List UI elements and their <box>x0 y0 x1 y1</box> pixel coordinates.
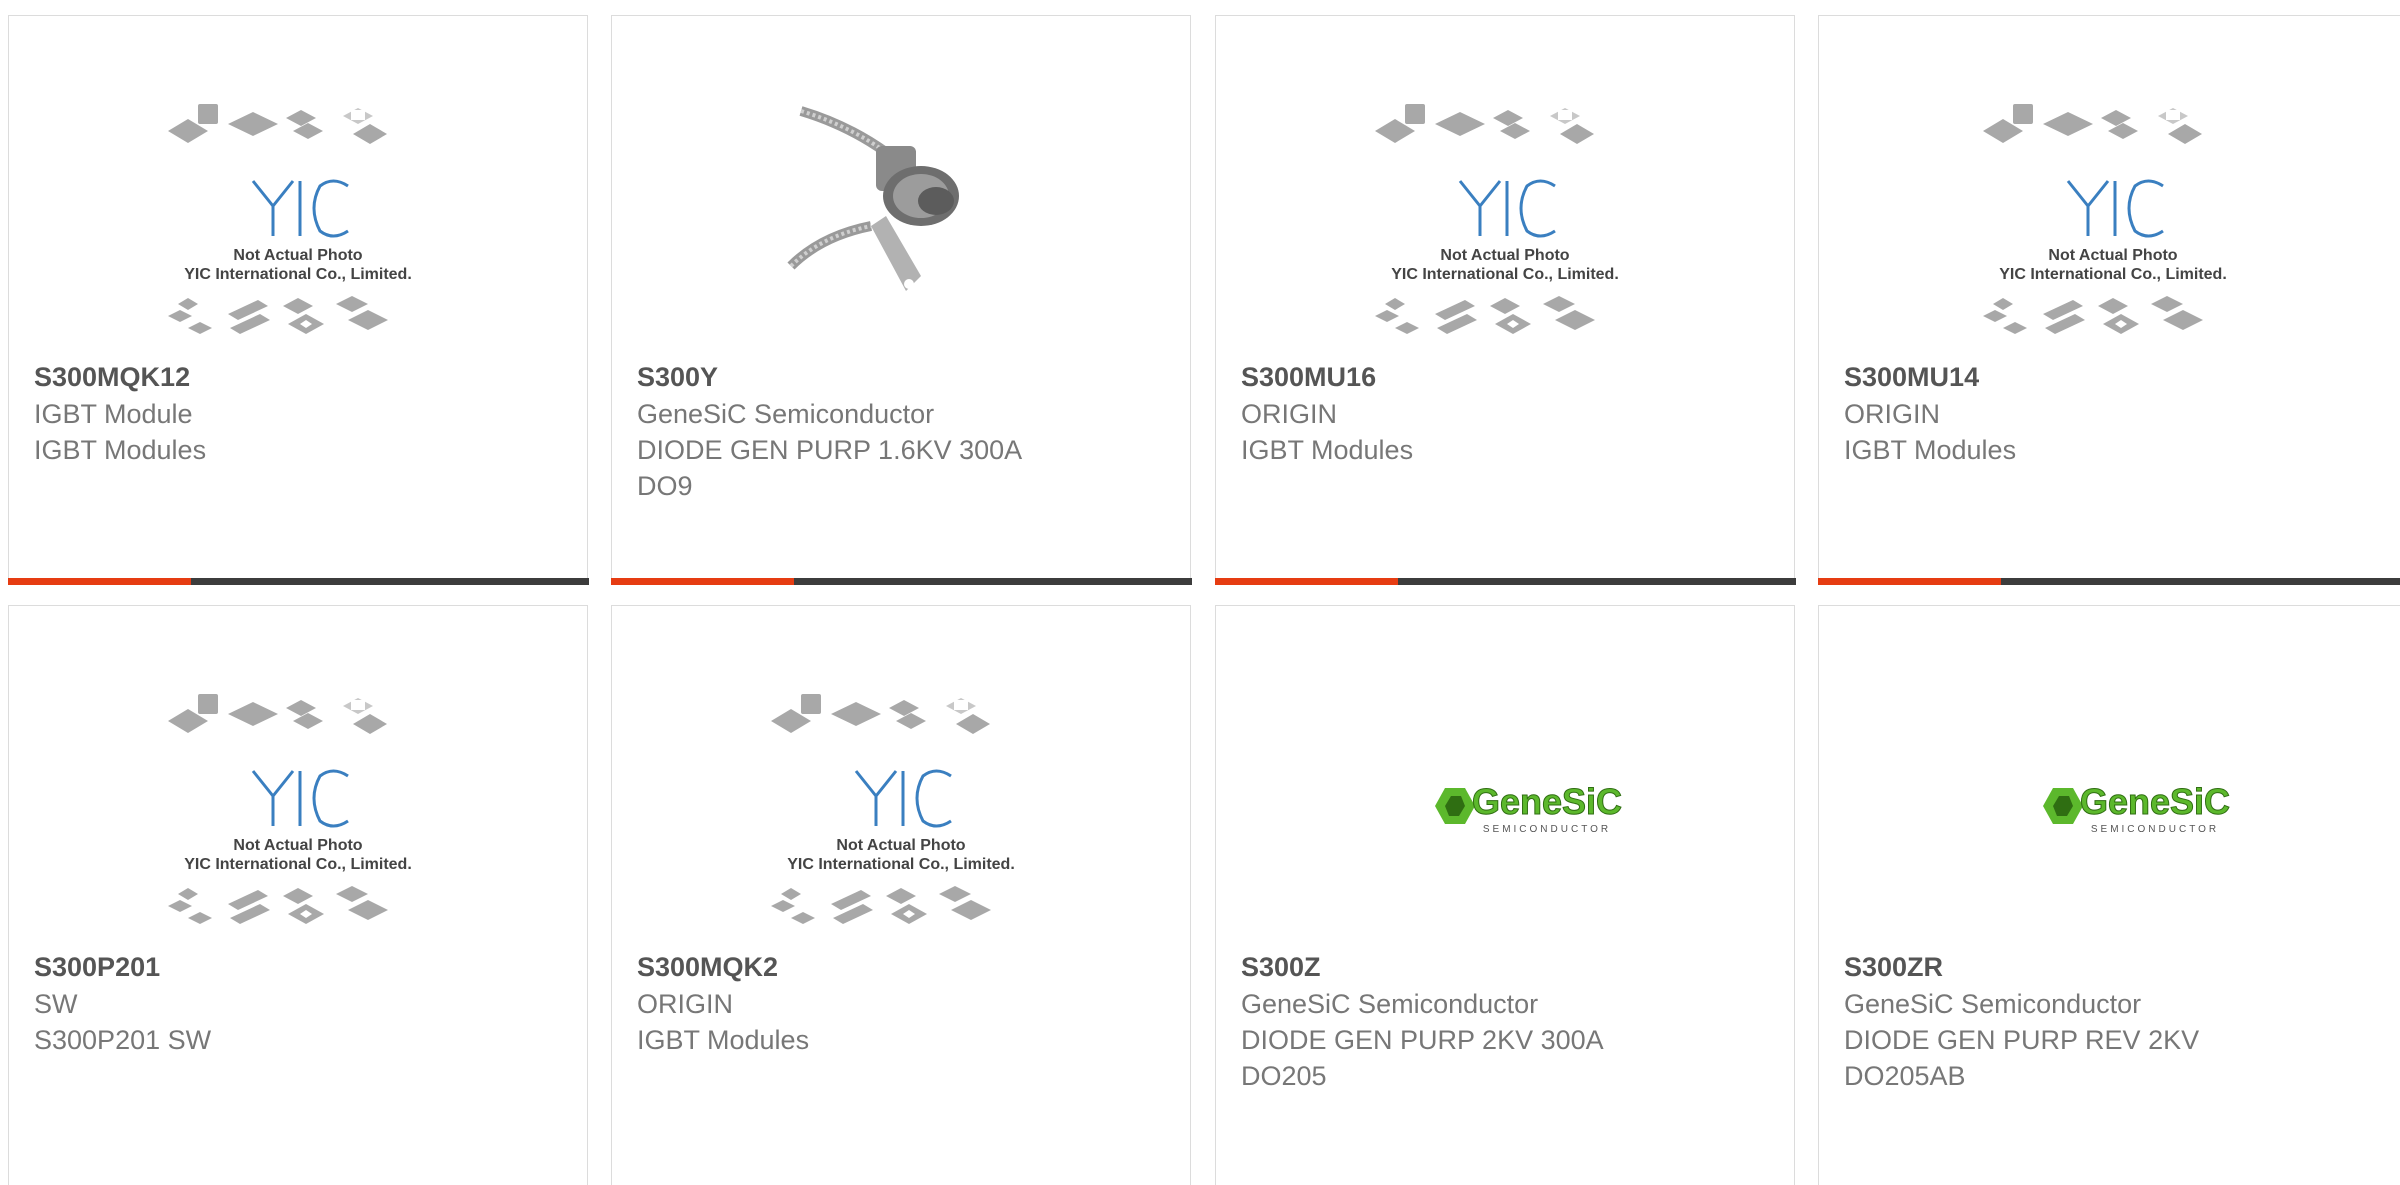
description: IGBT Modules <box>1241 432 1769 468</box>
part-number[interactable]: S300Y <box>637 358 1165 396</box>
product-card[interactable]: S300Y GeneSiC Semiconductor DIODE GEN PU… <box>611 15 1191 585</box>
description: DIODE GEN PURP 2KV 300A <box>1241 1022 1769 1058</box>
description: DIODE GEN PURP REV 2KV <box>1844 1022 2382 1058</box>
part-number[interactable]: S300Z <box>1241 948 1769 986</box>
product-card[interactable]: Not Actual Photo YIC International Co., … <box>611 605 1191 1185</box>
placeholder-line1: Not Actual Photo <box>233 837 362 854</box>
description: DIODE GEN PURP 1.6KV 300A <box>637 432 1165 468</box>
part-number[interactable]: S300P201 <box>34 948 562 986</box>
manufacturer: GeneSiC Semiconductor <box>1241 986 1769 1022</box>
genesic-sub: SEMICONDUCTOR <box>1483 824 1611 835</box>
placeholder-line1: Not Actual Photo <box>836 837 965 854</box>
part-number[interactable]: S300ZR <box>1844 948 2382 986</box>
description: IGBT Modules <box>1844 432 2382 468</box>
product-image-placeholder: Not Actual Photo YIC International Co., … <box>761 676 1041 936</box>
product-card[interactable]: GeneSiC SEMICONDUCTOR S300Z GeneSiC Semi… <box>1215 605 1795 1185</box>
placeholder-line2: YIC International Co., Limited. <box>1391 266 1619 283</box>
card-accent-bar <box>1818 578 2400 585</box>
part-number[interactable]: S300MU16 <box>1241 358 1769 396</box>
product-card[interactable]: Not Actual Photo YIC International Co., … <box>8 605 588 1185</box>
description: IGBT Modules <box>34 432 562 468</box>
manufacturer: GeneSiC Semiconductor <box>1844 986 2382 1022</box>
placeholder-line2: YIC International Co., Limited. <box>184 856 412 873</box>
genesic-logo-image: GeneSiC SEMICONDUCTOR <box>1973 676 2253 936</box>
genesic-brand: GeneSiC <box>2080 781 2230 822</box>
product-card[interactable]: GeneSiC SEMICONDUCTOR S300ZR GeneSiC Sem… <box>1818 605 2400 1185</box>
manufacturer: SW <box>34 986 562 1022</box>
product-image-placeholder: Not Actual Photo YIC International Co., … <box>158 86 438 346</box>
description: S300P201 SW <box>34 1022 562 1058</box>
genesic-logo-image: GeneSiC SEMICONDUCTOR <box>1365 676 1645 936</box>
product-photo-stud-diode <box>761 86 1041 346</box>
card-accent-bar <box>611 578 1192 585</box>
card-accent-bar <box>8 578 589 585</box>
placeholder-line2: YIC International Co., Limited. <box>1999 266 2227 283</box>
package: DO205AB <box>1844 1058 2382 1094</box>
manufacturer: GeneSiC Semiconductor <box>637 396 1165 432</box>
part-number[interactable]: S300MQK12 <box>34 358 562 396</box>
genesic-brand: GeneSiC <box>1472 781 1622 822</box>
placeholder-line2: YIC International Co., Limited. <box>787 856 1015 873</box>
package: DO205 <box>1241 1058 1769 1094</box>
placeholder-line1: Not Actual Photo <box>2048 247 2177 264</box>
manufacturer: IGBT Module <box>34 396 562 432</box>
package: DO9 <box>637 468 1165 504</box>
product-card[interactable]: Not Actual Photo YIC International Co., … <box>1818 15 2400 585</box>
product-grid: Not Actual Photo YIC International Co., … <box>0 0 2400 1167</box>
part-number[interactable]: S300MQK2 <box>637 948 1165 986</box>
genesic-sub: SEMICONDUCTOR <box>2091 824 2219 835</box>
placeholder-line2: YIC International Co., Limited. <box>184 266 412 283</box>
product-image-placeholder: Not Actual Photo YIC International Co., … <box>1365 86 1645 346</box>
product-image-placeholder: Not Actual Photo YIC International Co., … <box>1973 86 2253 346</box>
product-card[interactable]: Not Actual Photo YIC International Co., … <box>1215 15 1795 585</box>
product-image-placeholder: Not Actual Photo YIC International Co., … <box>158 676 438 936</box>
placeholder-line1: Not Actual Photo <box>1440 247 1569 264</box>
placeholder-line1: Not Actual Photo <box>233 247 362 264</box>
manufacturer: ORIGIN <box>1241 396 1769 432</box>
description: IGBT Modules <box>637 1022 1165 1058</box>
product-card[interactable]: Not Actual Photo YIC International Co., … <box>8 15 588 585</box>
manufacturer: ORIGIN <box>637 986 1165 1022</box>
part-number[interactable]: S300MU14 <box>1844 358 2382 396</box>
manufacturer: ORIGIN <box>1844 396 2382 432</box>
card-accent-bar <box>1215 578 1796 585</box>
